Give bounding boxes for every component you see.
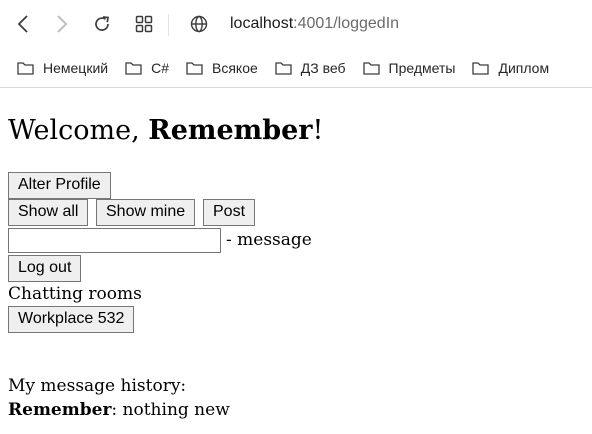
address-bar[interactable]: localhost:4001/loggedIn — [230, 13, 399, 35]
alter-profile-button[interactable]: Alter Profile — [8, 172, 111, 199]
room-button[interactable]: Workplace 532 — [8, 306, 135, 333]
chatting-rooms-title: Chatting rooms — [8, 284, 142, 304]
folder-icon — [472, 62, 490, 75]
folder-icon — [17, 62, 34, 75]
toolbar-divider — [168, 14, 169, 36]
welcome-heading: Welcome, Remember! — [8, 115, 323, 147]
show-mine-button[interactable]: Show mine — [96, 199, 196, 226]
bookmark-folder[interactable]: ДЗ веб — [275, 60, 346, 76]
welcome-suffix: ! — [312, 115, 324, 146]
post-button[interactable]: Post — [203, 199, 256, 226]
welcome-prefix: Welcome, — [8, 115, 149, 146]
url-path: :4001/loggedIn — [293, 15, 400, 32]
history-author: Remember — [8, 400, 112, 420]
message-input[interactable] — [8, 228, 221, 253]
forward-arrow-icon[interactable] — [51, 13, 73, 35]
bookmark-label: C# — [151, 60, 169, 76]
url-host: localhost — [230, 15, 294, 32]
bookmark-folder[interactable]: Всякое — [186, 60, 258, 76]
bookmark-folder[interactable]: Немецкий — [17, 60, 108, 76]
browser-chrome: localhost:4001/loggedIn Немецкий C# Всяк… — [0, 0, 592, 88]
folder-icon — [186, 62, 203, 75]
bookmarks-bar: Немецкий C# Всякое ДЗ веб Предметы Дипло… — [0, 49, 592, 87]
history-item: Remember: nothing new — [8, 400, 230, 420]
bookmark-label: Предметы — [388, 60, 456, 76]
message-hint: - message — [226, 230, 312, 250]
bookmark-folder[interactable]: C# — [125, 60, 169, 76]
back-arrow-icon[interactable] — [12, 13, 34, 35]
folder-icon — [362, 62, 380, 75]
message-history-title: My message history: — [8, 376, 187, 396]
bookmark-label: Всякое — [212, 60, 258, 76]
bookmark-label: Диплом — [498, 60, 550, 76]
folder-icon — [275, 62, 292, 75]
bookmark-folder[interactable]: Диплом — [472, 60, 549, 76]
folder-icon — [125, 62, 142, 75]
show-all-button[interactable]: Show all — [8, 199, 89, 226]
bookmark-folder[interactable]: Предметы — [362, 60, 456, 76]
username: Remember — [148, 115, 313, 146]
reload-icon[interactable] — [91, 13, 113, 35]
history-separator: : — [111, 400, 123, 420]
tab-grid-icon[interactable] — [133, 13, 155, 35]
globe-icon[interactable] — [188, 13, 210, 35]
bookmark-label: ДЗ веб — [300, 60, 346, 76]
history-text: nothing new — [122, 400, 230, 420]
navigation-bar: localhost:4001/loggedIn — [0, 0, 592, 49]
logout-button[interactable]: Log out — [8, 255, 82, 282]
bookmark-label: Немецкий — [43, 60, 109, 76]
